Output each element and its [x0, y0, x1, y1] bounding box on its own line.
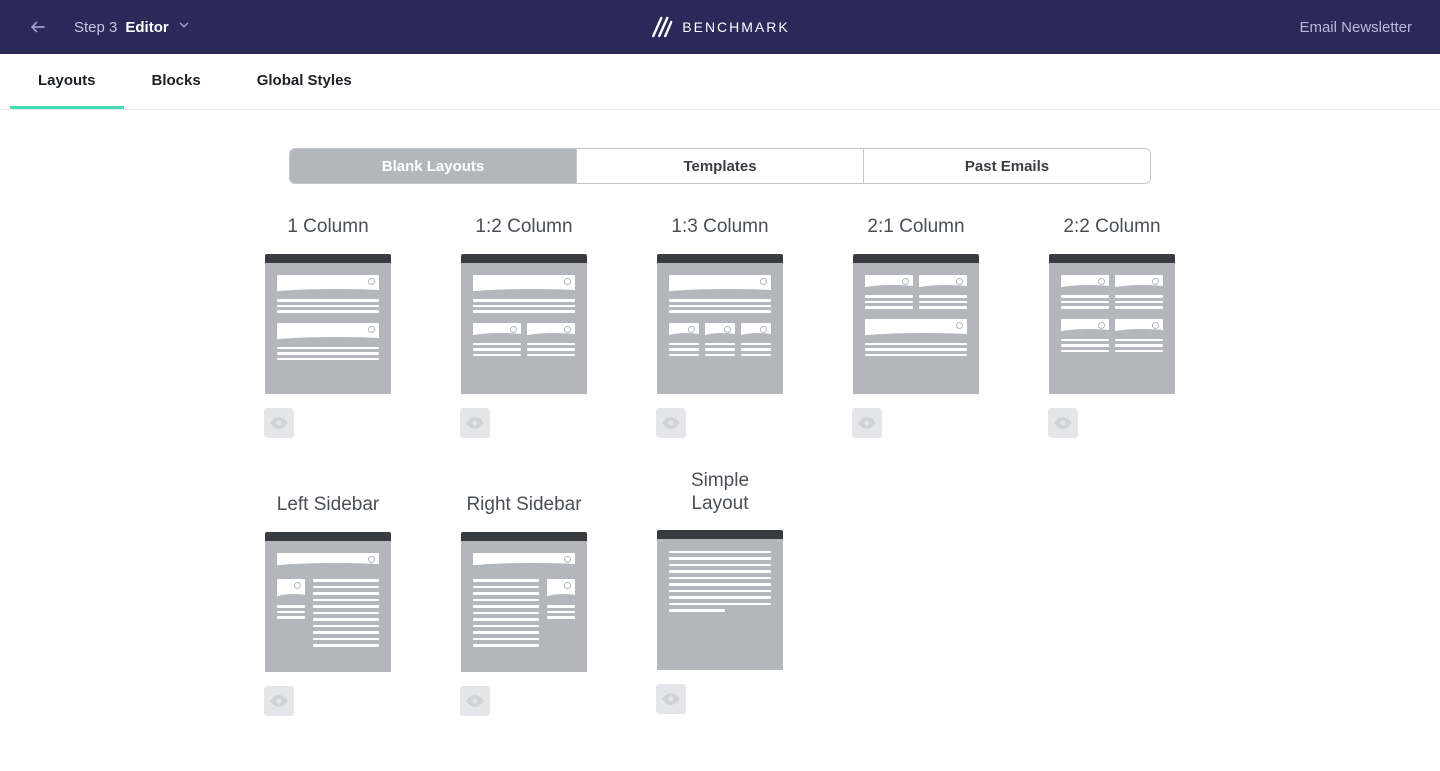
tab-global-styles[interactable]: Global Styles — [229, 54, 380, 109]
document-title: Email Newsletter — [1299, 19, 1412, 36]
layout-thumbnail[interactable] — [657, 254, 783, 394]
layout-source-segmented: Blank Layouts Templates Past Emails — [289, 148, 1151, 184]
layout-title: Left Sidebar — [277, 494, 379, 518]
layout-title: 2:2 Column — [1063, 216, 1160, 240]
seg-blank-layouts[interactable]: Blank Layouts — [290, 149, 576, 183]
editor-nav-tabs: Layouts Blocks Global Styles — [0, 54, 1440, 110]
layout-card-right-sidebar: Right Sidebar — [460, 494, 588, 716]
preview-button[interactable] — [460, 408, 490, 438]
brand-logo: BENCHMARK — [650, 13, 789, 41]
eye-icon — [661, 413, 681, 433]
layout-thumbnail[interactable] — [265, 532, 391, 672]
layout-title: 2:1 Column — [867, 216, 964, 240]
eye-icon — [465, 413, 485, 433]
layout-title: Simple Layout — [691, 470, 749, 516]
benchmark-logo-icon — [650, 13, 672, 41]
layout-card-1-column: 1 Column — [264, 216, 392, 438]
tab-blocks[interactable]: Blocks — [124, 54, 229, 109]
layout-thumbnail[interactable] — [461, 254, 587, 394]
layout-thumbnail[interactable] — [1049, 254, 1175, 394]
preview-button[interactable] — [264, 408, 294, 438]
layout-thumbnail[interactable] — [657, 530, 783, 670]
tab-layouts[interactable]: Layouts — [10, 54, 124, 109]
layout-cards-grid: 1 Column 1:2 Column — [264, 216, 1176, 716]
preview-button[interactable] — [460, 686, 490, 716]
step-name: Editor — [125, 19, 168, 36]
eye-icon — [269, 413, 289, 433]
layout-title: 1:2 Column — [475, 216, 572, 240]
layout-card-2-2-column: 2:2 Column — [1048, 216, 1176, 438]
layout-card-2-1-column: 2:1 Column — [852, 216, 980, 438]
chevron-down-icon — [177, 18, 191, 36]
layout-title: 1:3 Column — [671, 216, 768, 240]
layout-thumbnail[interactable] — [853, 254, 979, 394]
step-prefix: Step 3 — [74, 19, 117, 36]
layout-title: 1 Column — [287, 216, 368, 240]
eye-icon — [857, 413, 877, 433]
app-header: Step 3 Editor BENCHMARK Email Newsletter — [0, 0, 1440, 54]
step-dropdown[interactable]: Step 3 Editor — [74, 18, 191, 36]
layout-card-simple-layout: Simple Layout — [656, 470, 784, 716]
preview-button[interactable] — [1048, 408, 1078, 438]
preview-button[interactable] — [656, 684, 686, 714]
eye-icon — [1053, 413, 1073, 433]
layouts-panel: Blank Layouts Templates Past Emails 1 Co… — [0, 110, 1440, 716]
layout-title: Right Sidebar — [466, 494, 581, 518]
back-arrow-icon[interactable] — [28, 17, 48, 37]
seg-templates[interactable]: Templates — [576, 149, 863, 183]
layout-card-left-sidebar: Left Sidebar — [264, 494, 392, 716]
preview-button[interactable] — [852, 408, 882, 438]
brand-text: BENCHMARK — [682, 19, 789, 35]
preview-button[interactable] — [656, 408, 686, 438]
layout-card-1-3-column: 1:3 Column — [656, 216, 784, 438]
preview-button[interactable] — [264, 686, 294, 716]
layout-thumbnail[interactable] — [461, 532, 587, 672]
eye-icon — [661, 689, 681, 709]
layout-card-1-2-column: 1:2 Column — [460, 216, 588, 438]
layout-thumbnail[interactable] — [265, 254, 391, 394]
eye-icon — [465, 691, 485, 711]
eye-icon — [269, 691, 289, 711]
seg-past-emails[interactable]: Past Emails — [863, 149, 1150, 183]
